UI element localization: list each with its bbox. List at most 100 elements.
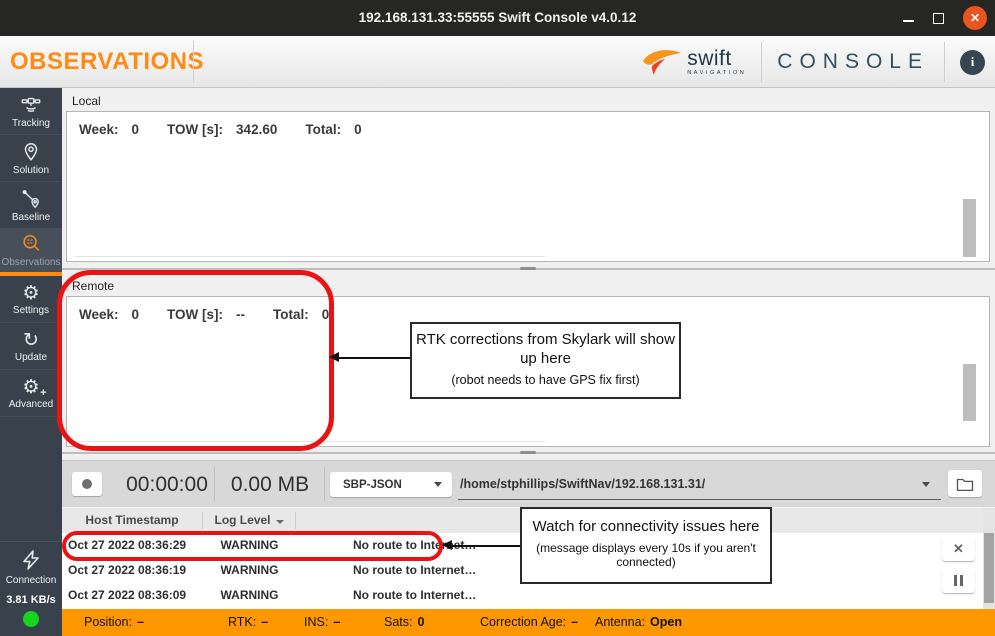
header-divider	[193, 41, 194, 82]
header-divider	[761, 42, 762, 82]
annotation-arrow-remote	[337, 357, 410, 359]
log-message: No route to Internet…	[295, 583, 983, 608]
observations-magnifier-icon	[19, 233, 43, 255]
status-value: –	[333, 615, 340, 629]
log-level: WARNING	[204, 583, 295, 608]
sidebar-item-settings[interactable]: ⚙ Settings	[0, 276, 62, 323]
column-divider	[202, 512, 203, 529]
status-sats: Sats:0	[384, 609, 424, 636]
header-divider	[944, 42, 945, 82]
remote-panel-title: Remote	[72, 279, 114, 293]
connection-status-dot	[23, 611, 39, 627]
sidebar-item-label: Baseline	[12, 212, 50, 223]
sidebar-item-label: Tracking	[12, 118, 50, 129]
log-level: WARNING	[204, 533, 295, 558]
annotation-subtext: (robot needs to have GPS fix first)	[412, 373, 679, 387]
clear-icon: ✕	[953, 541, 964, 557]
remote-stats: Week:0 TOW [s]:-- Total:0	[79, 307, 357, 322]
titlebar: 192.168.131.33:55555 Swift Console v4.0.…	[0, 0, 995, 36]
info-icon[interactable]: i	[960, 50, 985, 75]
sidebar-item-label: Update	[15, 352, 47, 363]
status-ins: INS:–	[304, 609, 340, 636]
log-row[interactable]: Oct 27 2022 08:36:09 WARNING No route to…	[62, 583, 983, 608]
remote-scrollbar-thumb[interactable]	[963, 364, 976, 421]
browse-folder-button[interactable]	[948, 470, 982, 497]
status-label: Antenna:	[595, 615, 645, 629]
header: OBSERVATIONS swift NAVIGATION CONSOLE i	[0, 36, 995, 88]
sidebar-item-connection[interactable]: Connection	[0, 548, 62, 586]
log-scrollbar-thumb[interactable]	[984, 533, 994, 603]
local-panel-title: Local	[72, 94, 101, 108]
sidebar-item-tracking[interactable]: Tracking	[0, 88, 62, 135]
status-position: Position:–	[84, 609, 144, 636]
status-antenna: Antenna:Open	[595, 609, 682, 636]
folder-icon	[956, 476, 974, 492]
total-value: 0	[322, 307, 330, 322]
window-title: 192.168.131.33:55555 Swift Console v4.0.…	[0, 0, 995, 36]
close-icon[interactable]: ✕	[963, 6, 987, 30]
log-scrollbar[interactable]	[983, 508, 995, 609]
status-label: RTK:	[228, 615, 256, 629]
tow-value: --	[236, 307, 245, 322]
log-directory-underline	[458, 499, 941, 500]
annotation-note-log: Watch for connectivity issues here (mess…	[520, 507, 772, 584]
log-level: WARNING	[204, 558, 295, 583]
local-scrollbar-thumb[interactable]	[963, 199, 976, 257]
recording-size: 0.00 MB	[220, 461, 320, 508]
splitter-handle[interactable]	[520, 451, 536, 454]
swift-console-window: 192.168.131.33:55555 Swift Console v4.0.…	[0, 0, 995, 636]
sidebar-item-label: Advanced	[9, 399, 53, 410]
pause-log-button[interactable]	[942, 568, 975, 593]
sidebar-item-solution[interactable]: Solution	[0, 135, 62, 182]
status-label: Position:	[84, 615, 132, 629]
tow-value: 342.60	[236, 122, 277, 137]
local-observations-panel: Week:0 TOW [s]:342.60 Total:0	[66, 111, 990, 262]
week-value: 0	[132, 307, 140, 322]
annotation-arrowhead-log	[442, 540, 452, 550]
brand-subtitle: NAVIGATION	[687, 71, 746, 77]
update-refresh-icon: ↻	[23, 330, 39, 350]
sidebar-divider	[0, 541, 62, 542]
lightning-bolt-icon	[19, 548, 43, 572]
recording-timer: 00:00:00	[112, 461, 222, 508]
column-header-host-timestamp[interactable]: Host Timestamp	[62, 508, 202, 533]
annotation-text: Watch for connectivity issues here	[522, 509, 770, 537]
sidebar-item-update[interactable]: ↻ Update	[0, 323, 62, 370]
sidebar-item-baseline[interactable]: Baseline	[0, 182, 62, 229]
annotation-arrowhead-remote	[329, 352, 339, 362]
format-selected-value: SBP-JSON	[343, 479, 402, 491]
sidebar-item-label: Settings	[13, 305, 49, 316]
annotation-text: RTK corrections from Skylark will show u…	[412, 324, 679, 369]
splitter-handle[interactable]	[520, 267, 536, 270]
clear-log-button[interactable]: ✕	[942, 536, 975, 561]
annotation-note-remote: RTK corrections from Skylark will show u…	[410, 322, 681, 399]
status-bar: Position:– RTK:– INS:– Sats:0 Correction…	[62, 609, 995, 636]
sidebar-item-label: Connection	[6, 575, 57, 586]
toolbar-divider	[214, 467, 215, 501]
local-stats: Week:0 TOW [s]:342.60 Total:0	[79, 122, 390, 137]
sort-caret-icon	[276, 520, 284, 524]
record-button[interactable]	[72, 472, 102, 496]
annotation-arrow-log	[450, 545, 520, 547]
maximize-icon[interactable]	[933, 13, 944, 24]
chevron-down-icon[interactable]	[922, 482, 930, 487]
minimize-icon[interactable]	[903, 20, 914, 22]
sidebar: Tracking Solution Baseline	[0, 88, 62, 636]
total-label: Total:	[273, 307, 309, 322]
pause-icon	[954, 575, 963, 586]
sidebar-item-observations[interactable]: Observations	[0, 229, 62, 276]
baseline-vector-icon	[20, 188, 42, 210]
panel-inner-divider	[75, 441, 545, 442]
sidebar-item-label: Observations	[2, 257, 61, 268]
tow-label: TOW [s]:	[167, 307, 223, 322]
log-directory-input[interactable]: /home/stphillips/SwiftNav/192.168.131.31…	[460, 461, 705, 508]
status-value: –	[571, 615, 578, 629]
column-header-log-level[interactable]: Log Level	[205, 508, 293, 533]
location-pin-icon	[20, 141, 42, 163]
log-timestamp: Oct 27 2022 08:36:09	[68, 583, 204, 608]
format-select[interactable]: SBP-JSON	[330, 472, 452, 497]
total-label: Total:	[305, 122, 341, 137]
gear-plus-icon: ⚙	[22, 376, 39, 398]
status-correction-age: Correction Age:–	[480, 609, 578, 636]
sidebar-item-advanced[interactable]: ⚙ + Advanced	[0, 370, 62, 417]
